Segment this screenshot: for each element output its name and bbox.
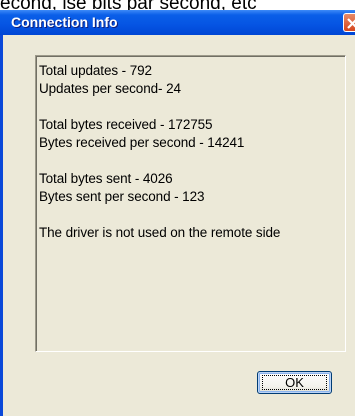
total-bytes-sent-line: Total bytes sent - 4026 — [39, 171, 173, 186]
close-icon — [347, 18, 355, 29]
bytes-sent-per-second-line: Bytes sent per second - 123 — [39, 189, 205, 204]
driver-status-line: The driver is not used on the remote sid… — [39, 225, 281, 240]
title-bar[interactable]: Connection Info — [0, 10, 355, 35]
ok-button[interactable]: OK — [257, 371, 332, 394]
updates-per-second-line: Updates per second- 24 — [39, 81, 181, 96]
connection-info-dialog: Connection Info Total updates - 792 Upda… — [0, 10, 355, 416]
ok-button-label: OK — [285, 375, 304, 390]
close-button[interactable] — [343, 13, 355, 32]
window-title: Connection Info — [11, 14, 118, 30]
total-updates-line: Total updates - 792 — [39, 63, 152, 78]
info-text: Total updates - 792 Updates per second- … — [39, 62, 280, 242]
total-bytes-received-line: Total bytes received - 172755 — [39, 117, 213, 132]
info-panel: Total updates - 792 Updates per second- … — [35, 55, 346, 352]
bytes-received-per-second-line: Bytes received per second - 14241 — [39, 135, 245, 150]
